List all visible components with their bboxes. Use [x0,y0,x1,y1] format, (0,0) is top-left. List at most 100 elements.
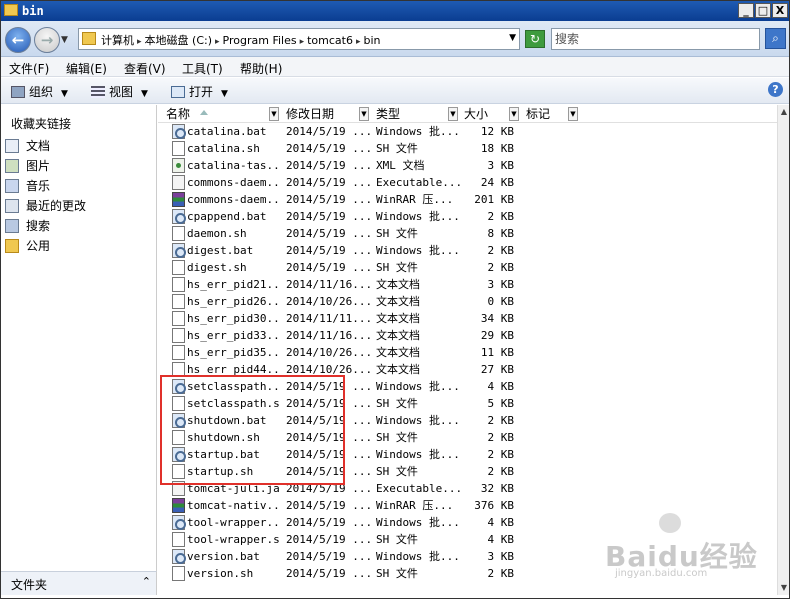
file-type: SH 文件 [376,142,418,155]
breadcrumb-separator-icon[interactable]: ▸ [300,37,305,47]
file-row[interactable]: hs_err_pid21... 2014/11/16... 文本文档 3 KB [158,276,518,293]
folders-toggle[interactable]: 文件夹 ⌃ [1,571,157,595]
file-row[interactable]: setclasspath.sh 2014/5/19 ... SH 文件 5 KB [158,395,518,412]
title-bar[interactable]: bin _ □ X [1,1,789,21]
file-row[interactable]: tool-wrapper... 2014/5/19 ... Windows 批...… [158,514,518,531]
column-date-filter[interactable]: ▼ [359,107,369,121]
file-name: startup.bat [187,448,260,461]
file-row[interactable]: startup.sh 2014/5/19 ... SH 文件 2 KB [158,463,518,480]
search-input[interactable]: 搜索 [551,28,760,50]
file-row[interactable]: shutdown.bat 2014/5/19 ... Windows 批... 2 K… [158,412,518,429]
vertical-scrollbar[interactable]: ▲ ▼ [777,105,789,595]
file-row[interactable]: daemon.sh 2014/5/19 ... SH 文件 8 KB [158,225,518,242]
file-type: Windows 批... [376,125,460,138]
menu-bar: 文件(F) 编辑(E) 查看(V) 工具(T) 帮助(H) [1,57,789,77]
column-name-filter[interactable]: ▼ [269,107,279,121]
column-tag[interactable]: 标记 [526,106,550,122]
breadcrumb-separator-icon[interactable]: ▸ [215,37,220,47]
breadcrumb-separator-icon[interactable]: ▸ [137,37,142,47]
forward-button[interactable]: → [34,27,60,53]
file-date: 2014/5/19 ... [286,210,373,223]
search-icon [5,219,19,233]
file-row[interactable]: tomcat-nativ... 2014/5/19 ... WinRAR 压... 3… [158,497,518,514]
file-row[interactable]: cpappend.bat 2014/5/19 ... Windows 批... 2 K… [158,208,518,225]
views-button[interactable]: 视图 ▼ [91,83,148,100]
open-label: 打开 [189,85,214,99]
breadcrumb-item[interactable]: 本地磁盘 (C:) [145,34,212,47]
file-type: Windows 批... [376,210,460,223]
favorite-label: 搜索 [26,219,51,233]
file-row[interactable]: shutdown.sh 2014/5/19 ... SH 文件 2 KB [158,429,518,446]
column-size[interactable]: 大小 [464,106,488,122]
file-name: setclasspath... [187,380,279,393]
file-row[interactable]: startup.bat 2014/5/19 ... Windows 批... 2 KB [158,446,518,463]
column-tag-filter[interactable]: ▼ [568,107,578,121]
back-button[interactable]: ← [5,27,31,53]
column-name[interactable]: 名称 [166,106,190,122]
pictures-icon [5,159,19,173]
menu-view[interactable]: 查看(V) [124,60,166,77]
file-row[interactable]: setclasspath... 2014/5/19 ... Windows 批...… [158,378,518,395]
file-row[interactable]: hs_err_pid35... 2014/10/26... 文本文档 11 KB [158,344,518,361]
breadcrumb-item[interactable]: tomcat6 [307,34,353,47]
file-row[interactable]: catalina.sh 2014/5/19 ... SH 文件 18 KB [158,140,518,157]
file-row[interactable]: hs_err_pid33... 2014/11/16... 文本文档 29 KB [158,327,518,344]
search-button[interactable]: ⌕ [765,28,786,49]
file-size: 3 KB [487,159,515,172]
file-name: catalina.sh [187,142,260,155]
scroll-up-icon[interactable]: ▲ [778,105,789,119]
minimize-button[interactable]: _ [738,3,754,18]
file-row[interactable]: digest.bat 2014/5/19 ... Windows 批... 2 KB [158,242,518,259]
file-row[interactable]: hs_err_pid44... 2014/10/26... 文本文档 27 KB [158,361,518,378]
open-button[interactable]: 打开 ▼ [171,83,228,100]
favorite-public[interactable]: 公用 [5,237,50,254]
menu-tools[interactable]: 工具(T) [182,60,223,77]
scroll-down-icon[interactable]: ▼ [778,581,789,595]
file-row[interactable]: catalina-tas... 2014/5/19 ... XML 文档 3 KB [158,157,518,174]
breadcrumb-item[interactable]: Program Files [223,34,297,47]
file-size: 2 KB [487,244,515,257]
file-row[interactable]: hs_err_pid30... 2014/11/11... 文本文档 34 KB [158,310,518,327]
favorite-search[interactable]: 搜索 [5,217,50,234]
file-name: tool-wrapper... [187,516,279,529]
file-row[interactable]: digest.sh 2014/5/19 ... SH 文件 2 KB [158,259,518,276]
file-row[interactable]: tomcat-juli.jar 2014/5/19 ... Executable..… [158,480,518,497]
refresh-button[interactable]: ↻ [525,30,545,48]
file-name: catalina.bat [187,125,267,138]
organize-button[interactable]: 组织 ▼ [11,83,68,100]
breadcrumb-item[interactable]: bin [364,34,381,47]
file-row[interactable]: hs_err_pid26... 2014/10/26... 文本文档 0 KB [158,293,518,310]
breadcrumb-separator-icon[interactable]: ▸ [356,37,361,47]
column-size-filter[interactable]: ▼ [509,107,519,121]
menu-edit[interactable]: 编辑(E) [66,60,107,77]
file-row[interactable]: commons-daem... 2014/5/19 ... WinRAR 压... 2… [158,191,518,208]
file-row[interactable]: catalina.bat 2014/5/19 ... Windows 批... 12 … [158,123,518,140]
menu-file[interactable]: 文件(F) [9,60,49,77]
file-row[interactable]: commons-daem... 2014/5/19 ... Executable..… [158,174,518,191]
help-icon[interactable]: ? [768,82,783,97]
bat-file-icon [172,413,186,428]
forward-arrow-icon: → [40,31,54,49]
file-date: 2014/5/19 ... [286,397,373,410]
column-type-filter[interactable]: ▼ [448,107,458,121]
file-date: 2014/5/19 ... [286,465,373,478]
favorite-pictures[interactable]: 图片 [5,157,50,174]
column-type[interactable]: 类型 [376,106,400,122]
recent-pages-dropdown[interactable]: ▼ [61,35,68,45]
address-bar[interactable]: 计算机 ▸ 本地磁盘 (C:) ▸ Program Files ▸ tomcat6 ▸ bin … [78,28,520,50]
back-arrow-icon: ← [11,31,25,49]
file-row[interactable]: tool-wrapper.sh 2014/5/19 ... SH 文件 4 KB [158,531,518,548]
column-date[interactable]: 修改日期 [286,106,334,122]
favorite-documents[interactable]: 文档 [5,137,50,154]
file-row[interactable]: version.sh 2014/5/19 ... SH 文件 2 KB [158,565,518,582]
favorite-recent-changes[interactable]: 最近的更改 [5,197,86,214]
folder-icon [4,4,18,16]
menu-help[interactable]: 帮助(H) [240,60,282,77]
favorite-music[interactable]: 音乐 [5,177,50,194]
address-dropdown[interactable]: ▼ [509,33,516,43]
breadcrumb-item[interactable]: 计算机 [101,34,134,47]
close-button[interactable]: X [772,3,788,18]
maximize-button[interactable]: □ [755,3,771,18]
file-row[interactable]: version.bat 2014/5/19 ... Windows 批... 3 KB [158,548,518,565]
open-icon [171,86,185,98]
